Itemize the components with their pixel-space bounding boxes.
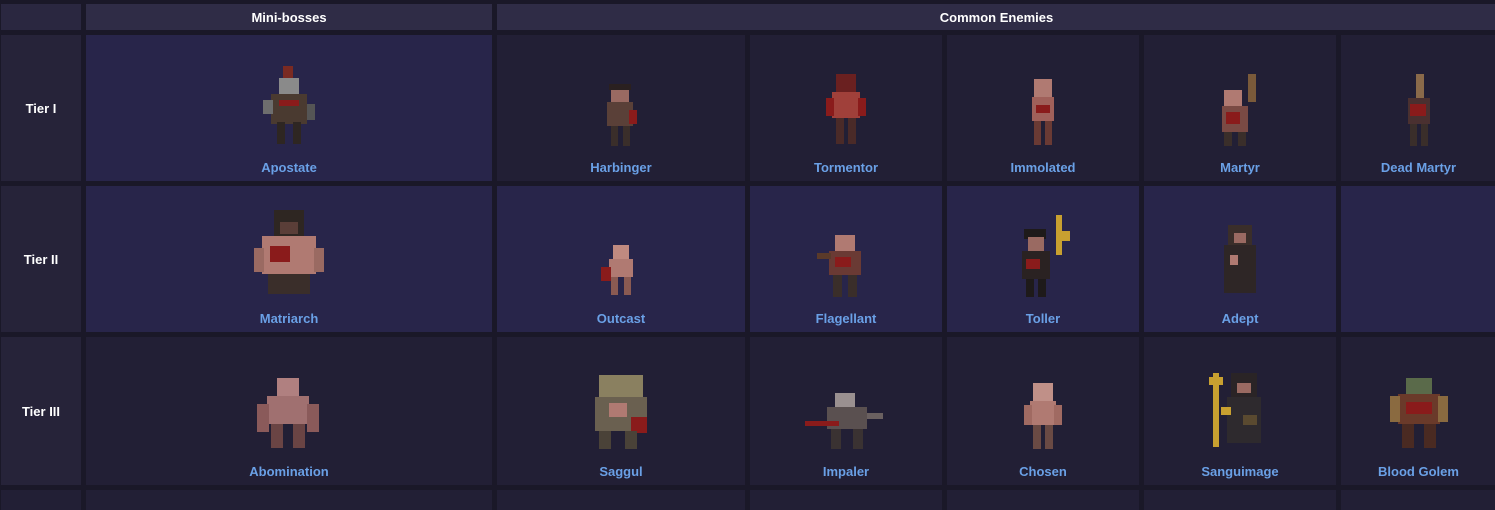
- torch-bearer-sprite: [1195, 50, 1285, 150]
- tier-label-2: Tier II: [1, 186, 81, 332]
- miniboss-cell: Abomination: [86, 337, 492, 485]
- enemy-table: Mini-bosses Common Enemies Tier I Aposta…: [0, 0, 1495, 510]
- enemy-link[interactable]: Abomination: [249, 464, 328, 485]
- row-stub: [1144, 490, 1336, 510]
- tier-label-1: Tier I: [1, 35, 81, 181]
- enemy-cell: Blood Golem: [1341, 337, 1495, 485]
- enemy-cell-empty: [1341, 186, 1495, 332]
- enemy-cell: Immolated: [947, 35, 1139, 181]
- sack-beast-sprite: [576, 354, 666, 454]
- enemy-cell: Saggul: [497, 337, 745, 485]
- enemy-link[interactable]: Dead Martyr: [1381, 160, 1456, 181]
- staff-mage-sprite: [1195, 354, 1285, 454]
- header-minibosses: Mini-bosses: [86, 4, 492, 30]
- crawler-sprite: [576, 201, 666, 301]
- golem-sprite: [1374, 354, 1464, 454]
- enemy-link[interactable]: Saggul: [599, 464, 642, 485]
- enemy-cell: Dead Martyr: [1341, 35, 1495, 181]
- torch-bearer-dead-sprite: [1374, 50, 1464, 150]
- enemy-cell: Outcast: [497, 186, 745, 332]
- row-stub: [947, 490, 1139, 510]
- header-common-enemies: Common Enemies: [497, 4, 1495, 30]
- pale-ghoul-sprite: [998, 354, 1088, 454]
- bell-ringer-sprite: [998, 201, 1088, 301]
- ghoul-sprite: [576, 50, 666, 150]
- hunched-brute-sprite: [244, 354, 334, 454]
- spear-beast-sprite: [801, 354, 891, 454]
- enemy-link[interactable]: Tormentor: [814, 160, 878, 181]
- enemy-cell: Martyr: [1144, 35, 1336, 181]
- robed-monk-sprite: [1195, 201, 1285, 301]
- enemy-link[interactable]: Harbinger: [590, 160, 651, 181]
- enemy-link[interactable]: Sanguimage: [1201, 464, 1278, 485]
- enemy-link[interactable]: Impaler: [823, 464, 869, 485]
- enemy-link[interactable]: Blood Golem: [1378, 464, 1459, 485]
- hooded-cultist-sprite: [244, 50, 334, 150]
- enemy-link[interactable]: Outcast: [597, 311, 645, 332]
- bloated-hag-sprite: [244, 201, 334, 301]
- enemy-cell: Toller: [947, 186, 1139, 332]
- enemy-cell: Sanguimage: [1144, 337, 1336, 485]
- flayed-sprite: [801, 50, 891, 150]
- enemy-cell: Adept: [1144, 186, 1336, 332]
- row-stub: [86, 490, 492, 510]
- tier-label-3: Tier III: [1, 337, 81, 485]
- enemy-link[interactable]: Apostate: [261, 160, 317, 181]
- enemy-link[interactable]: Martyr: [1220, 160, 1260, 181]
- header-corner: [1, 4, 81, 30]
- enemy-link[interactable]: Matriarch: [260, 311, 319, 332]
- enemy-link[interactable]: Toller: [1026, 311, 1060, 332]
- enemy-link[interactable]: Flagellant: [816, 311, 877, 332]
- enemy-link[interactable]: Chosen: [1019, 464, 1067, 485]
- enemy-cell: Tormentor: [750, 35, 942, 181]
- row-stub: [750, 490, 942, 510]
- enemy-cell: Impaler: [750, 337, 942, 485]
- miniboss-cell: Apostate: [86, 35, 492, 181]
- enemy-link[interactable]: Immolated: [1010, 160, 1075, 181]
- enemy-link[interactable]: Adept: [1222, 311, 1259, 332]
- burned-sprite: [998, 50, 1088, 150]
- enemy-cell: Chosen: [947, 337, 1139, 485]
- whip-sprite: [801, 201, 891, 301]
- row-stub: [497, 490, 745, 510]
- row-stub: [1, 490, 81, 510]
- miniboss-cell: Matriarch: [86, 186, 492, 332]
- row-stub: [1341, 490, 1495, 510]
- enemy-cell: Harbinger: [497, 35, 745, 181]
- enemy-cell: Flagellant: [750, 186, 942, 332]
